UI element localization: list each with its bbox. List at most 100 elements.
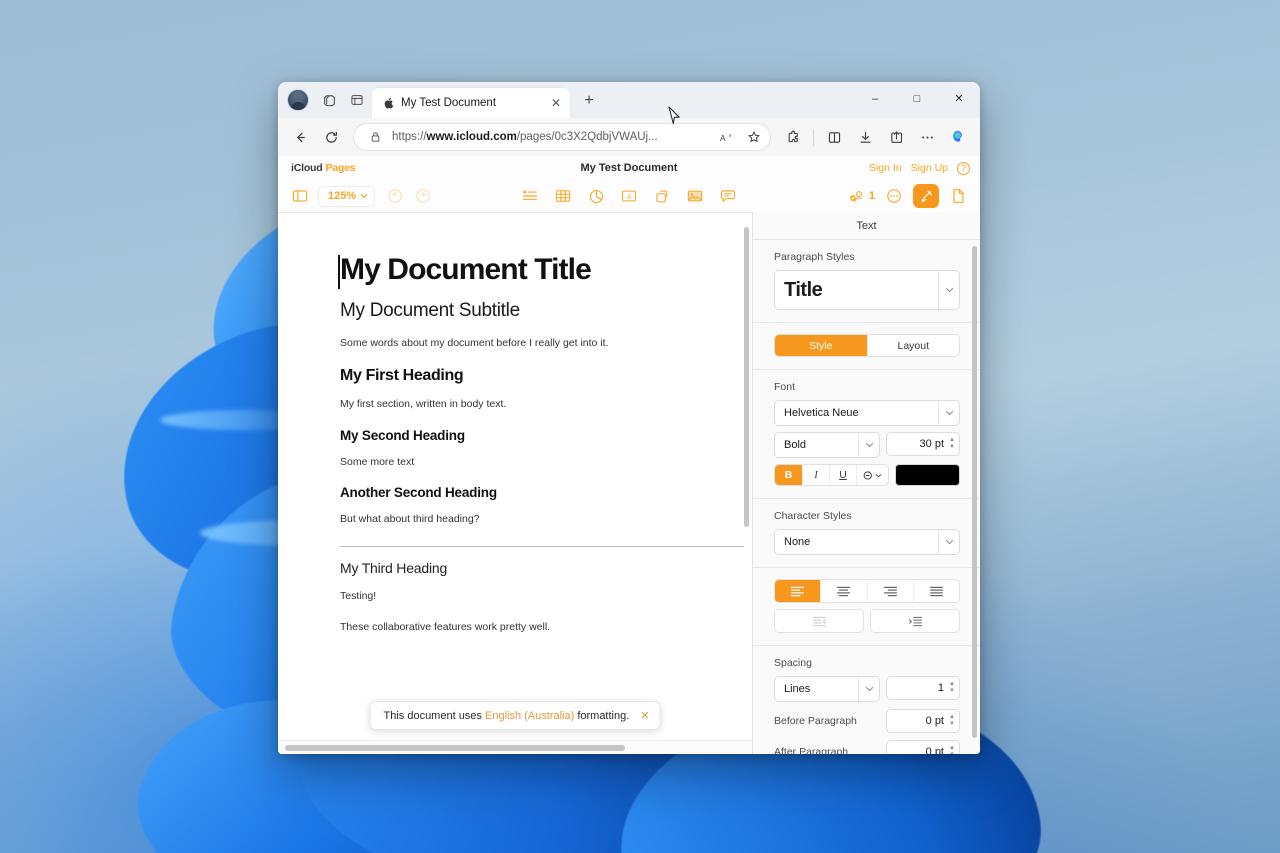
character-styles-label: Character Styles [774,510,852,522]
text-color-swatch[interactable] [895,464,960,486]
document-canvas[interactable]: My Document Title My Document Subtitle S… [278,212,752,754]
sign-in-link[interactable]: Sign In [869,162,902,174]
stepper-arrows-icon[interactable]: ▲▼ [944,681,957,695]
favorite-star-icon[interactable] [744,127,764,147]
underline-button[interactable]: U [829,465,856,485]
format-inspector-panel: Text Paragraph Styles Title Style Layout… [752,212,980,754]
align-right-button[interactable] [866,580,913,602]
chevron-down-icon [858,433,874,457]
character-style-select[interactable]: None [774,529,960,555]
zoom-selector[interactable]: 125% [318,185,376,207]
chart-icon[interactable] [584,185,608,207]
doc-title[interactable]: My Document Title [338,253,744,289]
align-left-button[interactable] [775,580,821,602]
doc-paragraph[interactable]: Some more text [340,455,744,471]
after-paragraph-row: After Paragraph 0 pt ▲▼ [774,740,960,754]
indent-button[interactable] [871,610,959,632]
extensions-icon[interactable] [779,123,807,151]
align-center-button[interactable] [820,580,866,602]
copilot-pages-icon[interactable] [316,87,342,113]
spacing-mode-select[interactable]: Lines [774,676,880,702]
collaborators-button[interactable]: 1 [849,189,875,204]
help-icon[interactable]: ? [957,161,970,175]
minimize-button[interactable]: – [854,82,896,115]
sidebar-toggle-icon[interactable] [288,185,312,207]
share-icon[interactable] [882,123,910,151]
close-icon[interactable]: ✕ [548,95,564,111]
font-family-select[interactable]: Helvetica Neue [774,400,960,426]
read-aloud-icon[interactable]: A [717,127,737,147]
new-tab-button[interactable]: + [576,88,602,114]
doc-heading-3[interactable]: My Third Heading [340,560,744,576]
shapes-icon[interactable] [650,185,674,207]
font-label: Font [774,381,796,393]
doc-paragraph[interactable]: My first section, written in body text. [340,397,744,413]
reload-button[interactable] [317,123,345,151]
canvas-vertical-scrollbar[interactable] [744,227,749,527]
text-style-group: B I U [774,464,889,486]
maximize-button[interactable]: □ [896,82,938,115]
text-effects-menu-button[interactable] [856,465,888,485]
italic-button[interactable]: I [802,465,829,485]
font-weight-select[interactable]: Bold [774,432,880,458]
spacing-value-stepper[interactable]: 1 ▲ ▼ [886,676,960,700]
media-image-icon[interactable] [683,185,707,207]
format-brush-icon[interactable] [913,184,939,208]
tab-actions-icon[interactable] [344,87,370,113]
text-box-icon[interactable]: A [617,185,641,207]
spacing-mode-value: Lines [784,683,811,695]
divider [813,128,814,146]
doc-paragraph[interactable]: These collaborative features work pretty… [340,620,744,636]
inspector-scrollbar[interactable] [972,246,977,738]
sign-up-link[interactable]: Sign Up [911,162,948,174]
doc-heading-2[interactable]: Another Second Heading [340,485,744,500]
redo-icon[interactable] [411,185,435,207]
document-icon[interactable] [946,185,970,207]
paragraph-style-select[interactable]: Title [774,270,960,310]
font-section: Font Helvetica Neue Bold 30 pt ▲ ▼ B I U [753,370,980,499]
split-screen-icon[interactable] [820,123,848,151]
text-style-row: B I U [774,464,960,486]
more-options-icon[interactable] [882,185,906,207]
url-input[interactable]: https://www.icloud.com/pages/0c3X2QdbjVW… [353,123,771,151]
table-icon[interactable] [551,185,575,207]
bold-button[interactable]: B [775,465,802,485]
stepper-arrows-icon[interactable]: ▲▼ [944,714,957,728]
doc-paragraph[interactable]: Some words about my document before I re… [340,336,744,352]
chevron-down-icon [360,193,368,199]
back-button[interactable] [286,123,314,151]
document-content[interactable]: My Document Title My Document Subtitle S… [338,253,744,636]
indent-group-inner [870,609,960,633]
canvas-horizontal-scrollbar[interactable] [278,740,752,754]
chevron-down-icon [938,530,954,554]
tab-layout[interactable]: Layout [866,335,960,356]
comment-icon[interactable] [716,185,740,207]
stepper-arrows-icon[interactable]: ▲▼ [944,745,957,754]
apple-logo-icon [382,97,394,109]
doc-heading-1[interactable]: My First Heading [340,367,744,385]
font-size-stepper[interactable]: 30 pt ▲ ▼ [886,432,960,456]
outdent-button[interactable] [775,610,863,632]
doc-subtitle[interactable]: My Document Subtitle [340,300,744,322]
doc-heading-2[interactable]: My Second Heading [340,428,744,443]
document-page[interactable]: My Document Title My Document Subtitle S… [278,213,752,754]
close-window-button[interactable]: ✕ [938,82,980,115]
icloud-logo[interactable]: iCloud Pages [288,162,356,174]
undo-icon[interactable] [383,185,407,207]
tab-style[interactable]: Style [775,335,867,356]
scrollbar-thumb[interactable] [285,745,625,751]
before-paragraph-stepper[interactable]: 0 pt ▲ ▼ [886,709,960,733]
settings-more-icon[interactable] [913,123,941,151]
toast-close-icon[interactable]: ✕ [640,709,649,722]
after-paragraph-stepper[interactable]: 0 pt ▲▼ [886,740,960,754]
align-justify-button[interactable] [912,580,959,602]
copilot-icon[interactable] [944,123,972,151]
stepper-arrows-icon[interactable]: ▲▼ [944,437,957,451]
browser-tab[interactable]: My Test Document ✕ [372,88,570,118]
doc-paragraph[interactable]: Testing! [340,589,744,605]
toolbar-right-group: 1 [849,184,970,208]
doc-paragraph[interactable]: But what about third heading? [340,512,744,528]
downloads-icon[interactable] [851,123,879,151]
text-list-icon[interactable] [518,185,542,207]
profile-avatar[interactable] [287,89,309,111]
